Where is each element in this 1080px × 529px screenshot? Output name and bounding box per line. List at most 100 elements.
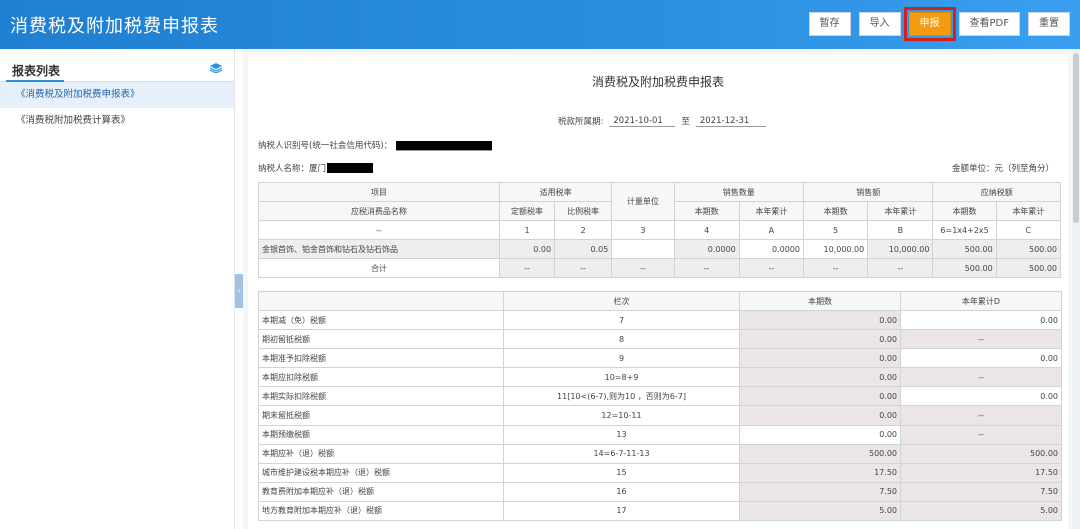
redaction-bar — [396, 140, 493, 150]
table-cell: -- — [611, 258, 675, 278]
unit-input[interactable] — [611, 239, 675, 259]
table-header-row: 栏次 本期数 本年累计D — [258, 291, 1062, 311]
row-ytd-input[interactable]: 0.00 — [900, 386, 1062, 407]
row-label: 本期应扣除税额 — [258, 367, 504, 388]
row-ytd-input[interactable]: 0.00 — [900, 309, 1062, 331]
row-rule: 15 — [503, 462, 740, 483]
row-label: 地方教育附加本期应补（退）税额 — [258, 500, 504, 522]
row-rule: 16 — [503, 481, 740, 502]
taxpayer-name-label: 纳税人名称： — [258, 164, 310, 174]
col-header-amount-current: 本期数 — [802, 201, 869, 221]
table-code-row: -- 1 2 3 4 A 5 B 6=1x4+2x5 C — [258, 220, 1062, 240]
sidebar-title: 报表列表 — [12, 64, 61, 78]
table-cell: 4 — [673, 220, 740, 240]
col-header-qty-ytd: 本年累计 — [738, 201, 804, 221]
table-row: 本期实际扣除税额 11[10<(6-7),则为10 ，否则为6-7] 0.00 … — [258, 386, 1062, 407]
table-cell: 3 — [611, 220, 675, 240]
table-cell: 6=1x4+2x5 — [932, 220, 997, 240]
row-current: 0.00 — [739, 367, 901, 388]
sidebar-collapse-handle[interactable]: ‹ — [235, 274, 243, 308]
row-current: 0.00 — [739, 405, 901, 426]
save-draft-button[interactable]: 暂存 — [808, 12, 851, 36]
row-current: 0.00 — [739, 348, 901, 369]
import-button[interactable]: 导入 — [858, 12, 901, 36]
table-cell-ratio-rate: 0.05 — [554, 239, 613, 259]
col-header-current: 本期数 — [739, 291, 901, 311]
row-current: 7.50 — [739, 481, 901, 502]
form-paper: 消费税及附加税费申报表 税款所属期: 2021-10-01 至 2021-12-… — [248, 55, 1068, 529]
row-rule: 9 — [503, 348, 740, 369]
col-header-item: 项目 — [258, 182, 500, 202]
row-current: 500.00 — [739, 443, 901, 464]
table-row: 期初留抵税额 8 0.00 -- — [258, 329, 1062, 350]
row-rule: 17 — [503, 500, 740, 522]
amount-unit: 金额单位：元（列至角分） — [951, 164, 1054, 174]
row-label: 本期减（免）税额 — [258, 309, 504, 331]
table-row: 金银首饰、铂金首饰和钻石及钻石饰品 0.00 0.05 0.0000 0.000… — [258, 239, 1062, 259]
sidebar: 报表列表 《消费税及附加税费申报表》 《消费税附加税费计算表》 — [0, 49, 235, 529]
row-ytd-input[interactable]: 0.00 — [900, 348, 1062, 369]
row-label: 本期预缴税额 — [258, 424, 504, 445]
row-rule: 7 — [503, 309, 740, 331]
col-header-tax-current: 本期数 — [932, 201, 997, 221]
amount-current-input[interactable]: 10,000.00 — [802, 239, 869, 259]
table-cell: -- — [673, 258, 740, 278]
table-cell: -- — [498, 258, 556, 278]
col-header-rate: 适用税率 — [498, 182, 613, 202]
row-rule: 13 — [503, 424, 740, 445]
row-ytd: 7.50 — [900, 481, 1062, 502]
table-row: 城市维护建设税本期应补（退）税额 15 17.50 17.50 — [258, 462, 1062, 483]
sidebar-item-main-form[interactable]: 《消费税及附加税费申报表》 — [0, 82, 234, 108]
declare-button-wrap: 申报 — [903, 7, 956, 41]
table-cell: -- — [867, 258, 934, 278]
declare-button[interactable]: 申报 — [908, 12, 951, 36]
layers-icon[interactable] — [210, 63, 222, 73]
table-cell-total-label: 合计 — [258, 258, 500, 278]
form-title: 消费税及附加税费申报表 — [591, 75, 724, 89]
table-row: 本期准予扣除税额 9 0.00 0.00 — [258, 348, 1062, 369]
taxpayer-name: 纳税人名称： 厦门 — [258, 162, 374, 174]
col-header-tax-ytd: 本年累计 — [995, 201, 1062, 221]
table-header-row: 项目 适用税率 计量单位 销售数量 销售额 应纳税额 — [258, 182, 1061, 221]
qty-ytd-input[interactable]: 0.0000 — [738, 239, 804, 259]
table-row: 本期应扣除税额 10=8+9 0.00 -- — [258, 367, 1062, 388]
row-ytd: 5.00 — [900, 500, 1062, 522]
table-cell: A — [738, 220, 804, 240]
tax-period: 税款所属期: 2021-10-01 至 2021-12-31 — [558, 115, 766, 127]
table-cell: 500.00 — [995, 258, 1062, 278]
row-rule: 8 — [503, 329, 740, 350]
table-row: 本期应补（退）税额 14=6-7-11-13 500.00 500.00 — [258, 443, 1062, 464]
view-pdf-button[interactable]: 查看PDF — [958, 12, 1020, 36]
row-current: 0.00 — [739, 386, 901, 407]
period-to-field[interactable]: 2021-12-31 — [695, 116, 766, 127]
app-header: 消费税及附加税费申报表 暂存 导入 申报 查看PDF 重置 — [0, 0, 1080, 49]
col-header-tax: 应纳税额 — [932, 182, 1061, 202]
vertical-scrollbar[interactable] — [1072, 49, 1080, 529]
col-header-ratio-rate: 比例税率 — [554, 201, 613, 221]
row-current: 0.00 — [739, 309, 901, 331]
reset-button[interactable]: 重置 — [1028, 12, 1070, 36]
col-header-amount-ytd: 本年累计 — [867, 201, 934, 221]
table-cell-fixed-rate: 0.00 — [498, 239, 556, 259]
amount-ytd-value: 10,000.00 — [867, 239, 934, 259]
col-header-unit: 计量单位 — [611, 182, 675, 221]
row-label: 本期准予扣除税额 — [258, 348, 504, 369]
scrollbar-thumb[interactable] — [1073, 53, 1079, 223]
table-row: 地方教育附加本期应补（退）税额 17 5.00 5.00 — [258, 500, 1062, 522]
row-label: 教育费附加本期应补（退）税额 — [258, 481, 504, 502]
table-total-row: 合计 -- -- -- -- -- -- -- 500.00 500.00 — [258, 258, 1062, 278]
taxpayer-id-value — [396, 140, 493, 151]
table-cell: 5 — [802, 220, 869, 240]
row-current-input[interactable]: 0.00 — [739, 424, 901, 445]
period-from-field[interactable]: 2021-10-01 — [609, 116, 676, 127]
period-label: 税款所属期: — [558, 117, 604, 127]
row-label: 本期实际扣除税额 — [258, 386, 504, 407]
row-rule: 10=8+9 — [503, 367, 740, 388]
main-content: 消费税及附加税费申报表 税款所属期: 2021-10-01 至 2021-12-… — [243, 49, 1080, 529]
col-header-qty-current: 本期数 — [673, 201, 740, 221]
taxpayer-id-label: 纳税人识别号(统一社会信用代码)： — [258, 141, 393, 151]
table-cell: -- — [554, 258, 613, 278]
row-ytd: -- — [900, 424, 1062, 445]
sidebar-item-surcharge-form[interactable]: 《消费税附加税费计算表》 — [0, 108, 234, 134]
table-cell-item-name: 金银首饰、铂金首饰和钻石及钻石饰品 — [258, 239, 500, 259]
